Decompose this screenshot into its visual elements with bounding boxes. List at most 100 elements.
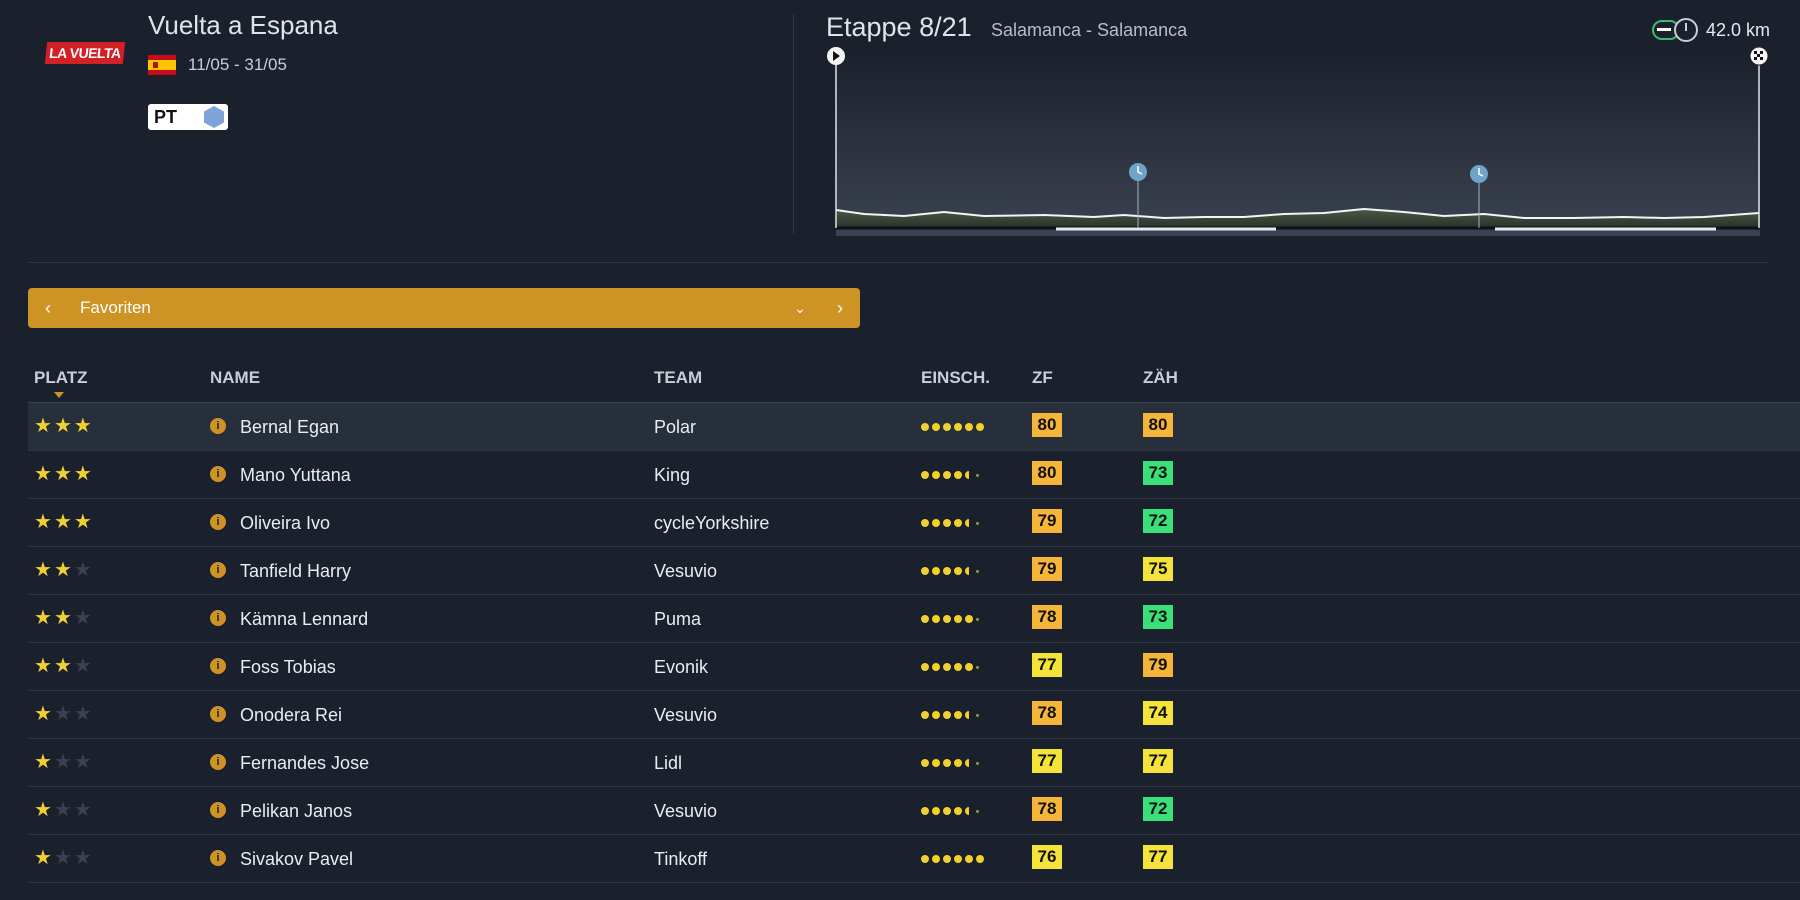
sort-descending-icon [54,392,64,398]
rating-dots [921,855,984,863]
info-icon[interactable]: i [210,706,226,722]
star-icon: ★ [53,415,72,437]
star-icon: ★ [53,559,72,581]
info-icon[interactable]: i [210,802,226,818]
favorite-rating: ★ ★ ★ [34,512,92,532]
rider-team[interactable]: Tinkoff [654,849,707,870]
table-row[interactable]: ★ ★ ★ i Bernal Egan Polar 80 80 [28,403,1800,451]
table-row[interactable]: ★ ★ ★ i Mano Yuttana King 80 73 [28,451,1800,499]
column-header-einsch[interactable]: EINSCH. [921,368,990,388]
rider-team[interactable]: Vesuvio [654,561,717,582]
column-header-zf[interactable]: ZF [1032,368,1053,388]
filter-label[interactable]: Favoriten [68,298,780,318]
rider-team[interactable]: Vesuvio [654,705,717,726]
stage-title: Etappe 8/21 [826,12,972,42]
race-title: Vuelta a Espana [148,10,338,40]
info-icon[interactable]: i [210,562,226,578]
zf-value: 77 [1032,749,1062,773]
info-icon[interactable]: i [210,658,226,674]
table-row[interactable]: ★ ★ ★ i Sivakov Pavel Tinkoff 76 77 [28,835,1800,883]
star-icon: ★ [53,799,72,821]
zf-value: 80 [1032,461,1062,485]
rider-team[interactable]: Evonik [654,657,708,678]
rider-team[interactable]: Vesuvio [654,801,717,822]
column-header-zah[interactable]: ZÄH [1143,368,1178,388]
star-icon: ★ [73,655,92,677]
column-header-name[interactable]: NAME [210,368,260,388]
race-category-label: PT [154,106,178,127]
stage-distance-text: 42.0 km [1705,19,1770,40]
star-icon: ★ [73,799,92,821]
rider-name[interactable]: Onodera Rei [240,705,342,726]
rider-name[interactable]: Kämna Lennard [240,609,368,630]
table-row[interactable]: ★ ★ ★ i Oliveira Ivo cycleYorkshire 79 72 [28,499,1800,547]
info-icon[interactable]: i [210,850,226,866]
rider-name[interactable]: Bernal Egan [240,417,339,438]
rider-team[interactable]: King [654,465,690,486]
favorite-rating: ★ ★ ★ [34,848,92,868]
stage-distance: 42.0 km [1651,18,1770,42]
star-icon: ★ [73,847,92,869]
zf-value: 78 [1032,605,1062,629]
rider-name[interactable]: Mano Yuttana [240,465,351,486]
riders-table: ★ ★ ★ i Bernal Egan Polar 80 80 ★ ★ ★ i Mano Yuttana… [28,403,1800,883]
race-category-badge: PT [148,104,228,130]
info-icon[interactable]: i [210,754,226,770]
table-row[interactable]: ★ ★ ★ i Onodera Rei Vesuvio 78 74 [28,691,1800,739]
rider-name[interactable]: Oliveira Ivo [240,513,330,534]
table-row[interactable]: ★ ★ ★ i Fernandes Jose Lidl 77 77 [28,739,1800,787]
chevron-left-icon[interactable]: ‹ [28,288,68,328]
hexagon-icon [204,106,224,128]
chevron-down-icon[interactable]: ⌄ [780,288,820,328]
star-icon: ★ [34,559,52,581]
table-row[interactable]: ★ ★ ★ i Tanfield Harry Vesuvio 79 75 [28,547,1800,595]
filter-dropdown[interactable]: ‹ Favoriten ⌄ › [28,288,860,328]
table-row[interactable]: ★ ★ ★ i Foss Tobias Evonik 77 79 [28,643,1800,691]
zf-value: 76 [1032,845,1062,869]
favorite-rating: ★ ★ ★ [34,608,92,628]
rider-team[interactable]: cycleYorkshire [654,513,769,534]
column-header-platz[interactable]: PLATZ [34,368,88,388]
rider-team[interactable]: Puma [654,609,701,630]
star-icon: ★ [53,655,72,677]
info-icon[interactable]: i [210,514,226,530]
column-header-team[interactable]: TEAM [654,368,702,388]
rider-name[interactable]: Tanfield Harry [240,561,351,582]
zah-value: 72 [1143,509,1173,533]
zah-value: 77 [1143,845,1173,869]
star-icon: ★ [73,559,92,581]
zah-value: 80 [1143,413,1173,437]
zah-value: 75 [1143,557,1173,581]
table-header: PLATZ NAME TEAM EINSCH. ZF ZÄH [28,364,1800,403]
star-icon: ★ [34,463,52,485]
chevron-right-icon[interactable]: › [820,288,860,328]
rider-name[interactable]: Foss Tobias [240,657,336,678]
rider-name[interactable]: Fernandes Jose [240,753,369,774]
star-icon: ★ [53,847,72,869]
rider-name[interactable]: Sivakov Pavel [240,849,353,870]
zf-value: 77 [1032,653,1062,677]
table-row[interactable]: ★ ★ ★ i Kämna Lennard Puma 78 73 [28,595,1800,643]
table-row[interactable]: ★ ★ ★ i Pelikan Janos Vesuvio 78 72 [28,787,1800,835]
rider-team[interactable]: Polar [654,417,696,438]
info-icon[interactable]: i [210,610,226,626]
info-icon[interactable]: i [210,418,226,434]
info-icon[interactable]: i [210,466,226,482]
rating-dots [921,519,979,527]
zah-value: 73 [1143,461,1173,485]
star-icon: ★ [34,703,52,725]
race-dates: 11/05 - 31/05 [148,55,287,75]
star-icon: ★ [73,463,92,485]
star-icon: ★ [34,751,52,773]
favorite-rating: ★ ★ ★ [34,800,92,820]
race-logo: LA VUELTA [44,42,126,64]
rider-name[interactable]: Pelikan Janos [240,801,352,822]
favorite-rating: ★ ★ ★ [34,464,92,484]
zf-value: 78 [1032,797,1062,821]
rider-team[interactable]: Lidl [654,753,682,774]
favorite-rating: ★ ★ ★ [34,656,92,676]
stage-profile[interactable] [824,44,1774,236]
favorite-rating: ★ ★ ★ [34,416,92,436]
favorite-rating: ★ ★ ★ [34,560,92,580]
star-icon: ★ [53,703,72,725]
